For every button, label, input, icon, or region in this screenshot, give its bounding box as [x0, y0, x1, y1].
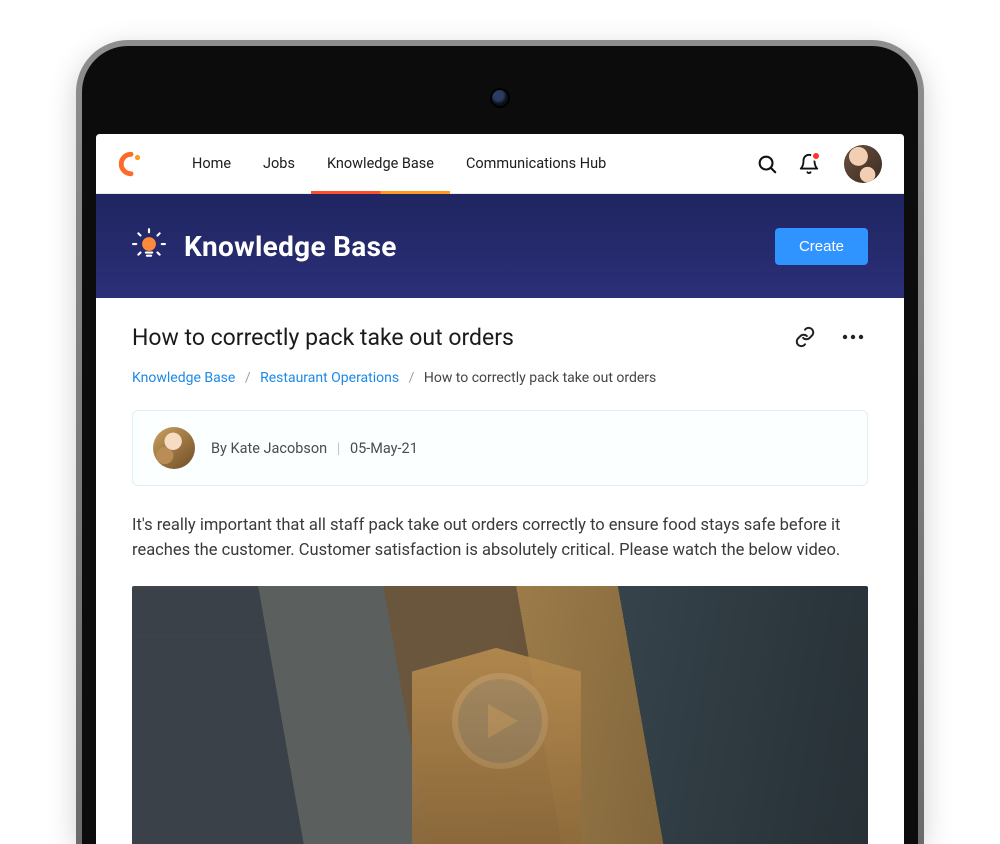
search-icon[interactable] — [750, 147, 784, 181]
article-header-row: How to correctly pack take out orders — [132, 322, 868, 352]
breadcrumb-link-kb[interactable]: Knowledge Base — [132, 370, 235, 386]
top-nav: Home Jobs Knowledge Base Communications … — [96, 134, 904, 194]
play-button[interactable] — [458, 679, 542, 763]
link-icon[interactable] — [790, 322, 820, 352]
article: How to correctly pack take out orders — [96, 298, 904, 844]
tablet-camera — [492, 90, 508, 106]
nav-item-knowledge-base[interactable]: Knowledge Base — [311, 134, 450, 193]
create-button[interactable]: Create — [775, 228, 868, 265]
nav-item-jobs[interactable]: Jobs — [247, 134, 311, 193]
author-meta: By Kate Jacobson | 05-May-21 — [211, 440, 418, 457]
notification-dot — [811, 151, 821, 161]
breadcrumb-sep: / — [403, 370, 421, 386]
lightbulb-icon — [132, 227, 166, 265]
author-date: 05-May-21 — [350, 440, 418, 457]
app-logo-icon[interactable] — [118, 151, 144, 177]
app-screen: Home Jobs Knowledge Base Communications … — [96, 134, 904, 844]
article-title: How to correctly pack take out orders — [132, 324, 772, 351]
article-body: It's really important that all staff pac… — [132, 514, 868, 564]
section-title: Knowledge Base — [184, 230, 397, 263]
author-name: Kate Jacobson — [231, 440, 328, 457]
nav-items: Home Jobs Knowledge Base Communications … — [176, 134, 622, 193]
breadcrumb-current: How to correctly pack take out orders — [424, 370, 656, 386]
section-header: Knowledge Base Create — [96, 194, 904, 298]
more-icon[interactable] — [838, 322, 868, 352]
nav-item-home[interactable]: Home — [176, 134, 247, 193]
tablet-frame: Home Jobs Knowledge Base Communications … — [76, 40, 924, 844]
video-thumbnail[interactable] — [132, 586, 868, 844]
breadcrumb: Knowledge Base / Restaurant Operations /… — [132, 370, 868, 386]
author-card: By Kate Jacobson | 05-May-21 — [132, 410, 868, 486]
nav-item-communications-hub[interactable]: Communications Hub — [450, 134, 622, 193]
author-avatar — [153, 427, 195, 469]
breadcrumb-link-category[interactable]: Restaurant Operations — [260, 370, 399, 386]
bell-icon[interactable] — [792, 147, 826, 181]
tablet-bezel: Home Jobs Knowledge Base Communications … — [82, 46, 918, 844]
author-by-prefix: By — [211, 440, 231, 457]
breadcrumb-sep: / — [239, 370, 257, 386]
user-avatar[interactable] — [844, 145, 882, 183]
meta-separator: | — [331, 440, 347, 457]
